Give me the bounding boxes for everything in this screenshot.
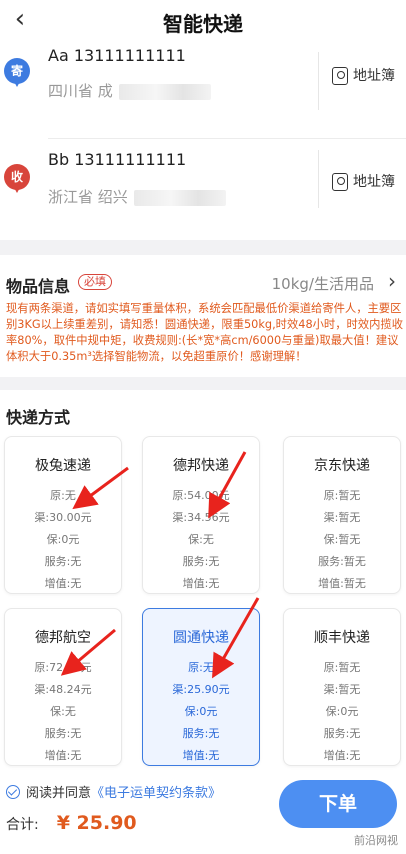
sender-region: 四川省 成 xyxy=(48,80,211,101)
receiver-address-row[interactable]: 收 Bb 13111111111 浙江省 绍兴 地址簿 xyxy=(0,142,406,234)
sender-name-phone: Aa 13111111111 xyxy=(48,46,186,65)
carrier-name: 德邦快递 xyxy=(173,458,229,474)
receiver-pin-icon: 收 xyxy=(4,164,30,196)
sender-pin-icon: 寄 xyxy=(4,58,30,90)
carrier-name: 京东快递 xyxy=(314,458,370,474)
place-order-button[interactable]: 下单 xyxy=(279,780,397,828)
channel-notice-text: 现有两条渠道，请如实填写重量体积，系统会匹配最低价渠道给寄件人，主要区别3KG以… xyxy=(6,302,404,363)
added-value-fee: 增值:无 xyxy=(44,577,82,590)
express-card-yuantong-selected[interactable]: 圆通快递 原:无 渠:25.90元 保:0元 服务:无 增值:无 xyxy=(142,608,260,766)
service-fee: 服务:无 xyxy=(44,555,82,568)
express-card-jitu[interactable]: 极兔速递 原:无 渠:30.00元 保:0元 服务:无 增值:无 xyxy=(4,436,122,594)
original-price: 原:54.00元 xyxy=(172,489,230,502)
total-row: 合计: ¥ 25.90 xyxy=(6,812,137,834)
bottom-bar: 阅读并同意《电子运单契约条款》 合计: ¥ 25.90 下单 前沿网视 xyxy=(0,770,406,854)
carrier-name: 圆通快递 xyxy=(173,630,229,646)
express-card-shunfeng[interactable]: 顺丰快递 原:暂无 渠:暂无 保:0元 服务:无 增值:无 xyxy=(283,608,401,766)
express-card-jd[interactable]: 京东快递 原:暂无 渠:暂无 保:暂无 服务:暂无 增值:暂无 xyxy=(283,436,401,594)
chevron-right-icon[interactable]: › xyxy=(388,269,396,293)
sender-address-book-button[interactable]: 地址簿 xyxy=(332,65,395,85)
carrier-name: 顺丰快递 xyxy=(314,630,370,646)
receiver-address-book-button[interactable]: 地址簿 xyxy=(332,171,395,191)
original-price: 原:无 xyxy=(50,489,76,502)
added-value-fee: 增值:暂无 xyxy=(318,577,366,590)
channel-price: 渠:48.24元 xyxy=(34,683,92,696)
insurance-fee: 保:无 xyxy=(50,705,76,718)
total-price: ¥ 25.90 xyxy=(56,812,137,834)
watermark: 前沿网视 xyxy=(354,834,398,847)
insurance-fee: 保:0元 xyxy=(46,533,80,546)
original-price: 原:无 xyxy=(188,661,214,674)
channel-price: 渠:暂无 xyxy=(323,511,361,524)
service-fee: 服务:无 xyxy=(323,727,361,740)
goods-info-section[interactable]: 物品信息 必填 10kg/生活用品 › 现有两条渠道，请如实填写重量体积，系统会… xyxy=(0,255,406,377)
required-badge: 必填 xyxy=(78,274,112,290)
original-price: 原:暂无 xyxy=(323,489,361,502)
receiver-region: 浙江省 绍兴 xyxy=(48,186,226,207)
service-fee: 服务:暂无 xyxy=(318,555,366,568)
added-value-fee: 增值:无 xyxy=(182,577,220,590)
channel-price: 渠:30.00元 xyxy=(34,511,92,524)
goods-info-title: 物品信息 xyxy=(6,277,71,296)
divider xyxy=(318,52,319,110)
express-method-title: 快递方式 xyxy=(6,408,71,427)
carrier-name: 德邦航空 xyxy=(35,630,91,646)
service-fee: 服务:无 xyxy=(44,727,82,740)
divider xyxy=(318,150,319,208)
address-book-icon xyxy=(332,173,348,191)
address-book-icon xyxy=(332,67,348,85)
express-card-debang-air[interactable]: 德邦航空 原:72.00元 渠:48.24元 保:无 服务:无 增值:无 xyxy=(4,608,122,766)
service-fee: 服务:无 xyxy=(182,555,220,568)
agreement-row[interactable]: 阅读并同意《电子运单契约条款》 xyxy=(6,782,221,801)
sender-address-row[interactable]: 寄 Aa 13111111111 四川省 成 地址簿 xyxy=(0,42,406,139)
receiver-name-phone: Bb 13111111111 xyxy=(48,150,187,169)
agree-text: 阅读并同意 xyxy=(26,786,92,801)
terms-link[interactable]: 《电子运单契约条款》 xyxy=(91,786,221,801)
goods-info-value: 10kg/生活用品 xyxy=(271,275,374,293)
channel-price: 渠:暂无 xyxy=(323,683,361,696)
divider xyxy=(48,138,406,139)
express-method-section: 快递方式 极兔速递 原:无 渠:30.00元 保:0元 服务:无 增值:无 德邦… xyxy=(0,390,406,770)
added-value-fee: 增值:无 xyxy=(44,749,82,762)
total-label: 合计: xyxy=(6,817,39,833)
added-value-fee: 增值:无 xyxy=(323,749,361,762)
channel-price: 渠:25.90元 xyxy=(172,683,230,696)
page-title: 智能快递 xyxy=(163,12,243,36)
address-card: 寄 Aa 13111111111 四川省 成 地址簿 收 Bb 13111111… xyxy=(0,42,406,240)
original-price: 原:72.00元 xyxy=(34,661,92,674)
express-card-debang[interactable]: 德邦快递 原:54.00元 渠:34.56元 保:无 服务:无 增值:无 xyxy=(142,436,260,594)
original-price: 原:暂无 xyxy=(323,661,361,674)
top-nav-bar: ‹ 智能快递 xyxy=(0,0,406,42)
added-value-fee: 增值:无 xyxy=(182,749,220,762)
channel-price: 渠:34.56元 xyxy=(172,511,230,524)
service-fee: 服务:无 xyxy=(182,727,220,740)
insurance-fee: 保:0元 xyxy=(325,705,359,718)
insurance-fee: 保:无 xyxy=(188,533,214,546)
insurance-fee: 保:0元 xyxy=(184,705,218,718)
checkbox-checked-icon[interactable] xyxy=(6,785,20,799)
carrier-name: 极兔速递 xyxy=(35,458,91,474)
insurance-fee: 保:暂无 xyxy=(323,533,361,546)
